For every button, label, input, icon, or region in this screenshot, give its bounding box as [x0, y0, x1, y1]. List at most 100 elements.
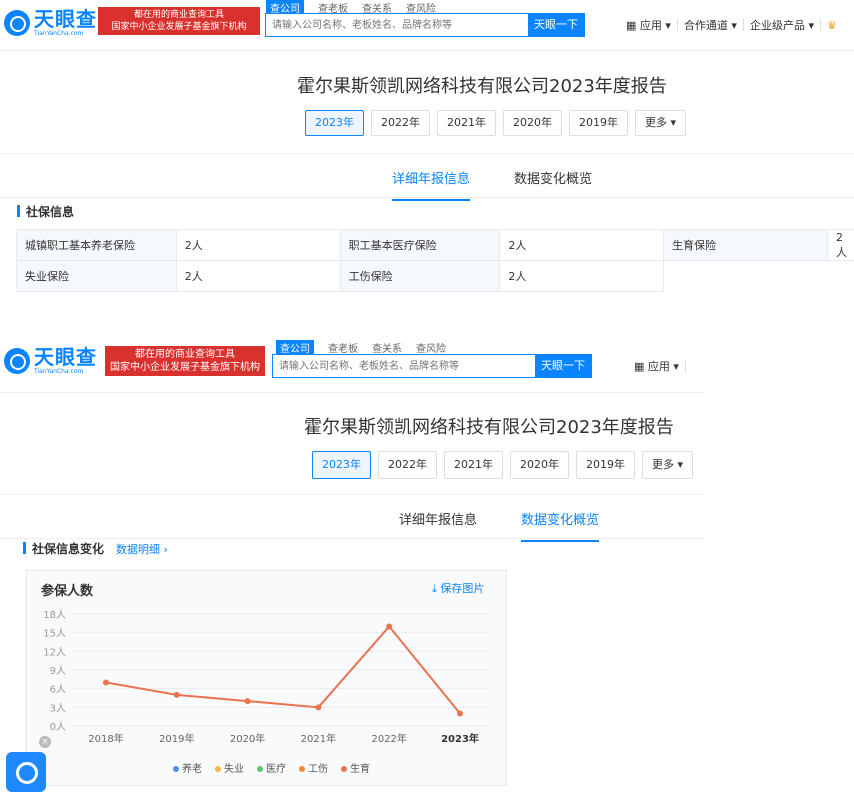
search-tab-company[interactable]: 查公司	[276, 340, 314, 355]
divider	[0, 494, 704, 495]
chat-float-button[interactable]	[6, 752, 46, 792]
data-point	[103, 679, 109, 686]
chevron-down-icon: ▾	[661, 18, 671, 32]
slogan-badge: 都在用的商业查询工具 国家中小企业发展子基金旗下机构	[105, 346, 265, 376]
nav-cooperation[interactable]: 合作通道	[684, 17, 728, 33]
data-point	[457, 710, 463, 717]
close-icon[interactable]: ×	[39, 736, 51, 748]
year-2022-button[interactable]: 2022年	[378, 451, 437, 479]
search-tab-boss[interactable]: 查老板	[328, 340, 358, 355]
y-tick-label: 15人	[43, 628, 66, 640]
chevron-down-icon: ▾	[804, 18, 814, 32]
logo-icon	[4, 10, 30, 36]
nav-apps[interactable]: 应用	[640, 17, 662, 33]
chart-svg: 0人 3人 6人 9人 12人 15人 18人 2018年 2019年 2020年 2021年 202…	[43, 609, 491, 775]
divider	[0, 153, 854, 154]
y-tick-label: 9人	[50, 665, 66, 677]
y-tick-label: 18人	[43, 609, 66, 621]
data-point	[386, 623, 393, 630]
top-nav: ▦ 应用 ▾	[634, 358, 692, 374]
year-2019-button[interactable]: 2019年	[569, 110, 628, 136]
y-tick-label: 3人	[50, 702, 66, 714]
table-key: 城镇职工基本养老保险	[16, 229, 177, 261]
y-tick-label: 6人	[50, 684, 66, 696]
data-point	[173, 691, 180, 698]
social-security-table: 城镇职工基本养老保险 2人 职工基本医疗保险 2人 生育保险 2人 失业保险 2…	[16, 229, 854, 292]
download-icon: ⤓	[432, 582, 437, 595]
legend-label: 医疗	[266, 762, 286, 775]
x-tick-label: 2023年	[441, 732, 479, 745]
year-2021-button[interactable]: 2021年	[444, 451, 503, 479]
chevron-down-icon: ▾	[727, 18, 737, 32]
more-years-button[interactable]: 更多 ▾	[642, 451, 694, 479]
search-button[interactable]: 天眼一下	[528, 14, 584, 36]
year-2020-button[interactable]: 2020年	[503, 110, 562, 136]
year-2023-button[interactable]: 2023年	[312, 451, 371, 479]
divider	[0, 538, 704, 539]
top-nav: ▦ 应用 ▾ 合作通道 ▾ 企业级产品 ▾ ♛	[626, 17, 837, 33]
nav-apps[interactable]: 应用	[648, 358, 670, 374]
chart-title: 参保人数	[41, 584, 94, 599]
legend-label: 工伤	[308, 762, 328, 775]
legend-marker	[257, 766, 263, 772]
x-tick-label: 2018年	[88, 732, 123, 745]
search-bar: 天眼一下	[265, 13, 585, 37]
x-tick-label: 2021年	[301, 732, 336, 745]
save-image-button[interactable]: ⤓ 保存图片	[432, 580, 484, 596]
search-button[interactable]: 天眼一下	[535, 355, 591, 377]
site-logo[interactable]: 天眼查 TianYanCha.com	[4, 8, 97, 38]
data-point	[244, 698, 251, 705]
table-row: 失业保险 2人 工伤保险 2人	[16, 260, 854, 292]
chevron-down-icon: ▾	[669, 359, 679, 373]
search-tab-relation[interactable]: 查关系	[372, 340, 402, 355]
apps-icon: ▦	[626, 18, 637, 32]
logo-icon	[4, 348, 30, 374]
year-2021-button[interactable]: 2021年	[437, 110, 496, 136]
legend-marker	[299, 766, 305, 772]
legend-marker	[215, 766, 221, 772]
report-title: 霍尔果斯领凯网络科技有限公司2023年度报告	[304, 417, 674, 438]
detail-link[interactable]: 数据明细 ›	[116, 541, 168, 557]
x-tick-label: 2022年	[371, 732, 406, 745]
report-title: 霍尔果斯领凯网络科技有限公司2023年度报告	[297, 76, 667, 97]
data-point	[315, 704, 322, 711]
table-key: 职工基本医疗保险	[339, 229, 501, 261]
legend-label: 生育	[350, 762, 370, 775]
apps-icon: ▦	[634, 359, 645, 373]
table-key: 失业保险	[16, 260, 177, 292]
table-value: 2人	[499, 229, 665, 261]
slogan-line2: 国家中小企业发展子基金旗下机构	[110, 362, 260, 373]
detail-link-label: 数据明细	[116, 543, 160, 556]
slogan-line2: 国家中小企业发展子基金旗下机构	[111, 22, 247, 32]
table-value: 2人	[175, 260, 341, 292]
legend-label: 失业	[224, 762, 244, 775]
year-selector: 2023年 2022年 2021年 2020年 2019年 更多 ▾	[312, 451, 700, 479]
more-years-button[interactable]: 更多 ▾	[635, 110, 687, 136]
logo-name: 天眼查	[34, 345, 97, 369]
slogan-badge: 都在用的商业查询工具 国家中小企业发展子基金旗下机构	[98, 7, 260, 35]
legend-label: 养老	[182, 762, 202, 775]
table-row: 城镇职工基本养老保险 2人 职工基本医疗保险 2人 生育保险 2人	[16, 229, 854, 261]
search-tab-risk[interactable]: 查风险	[416, 340, 446, 355]
x-tick-label: 2019年	[159, 732, 194, 745]
table-key: 生育保险	[663, 229, 828, 261]
year-2020-button[interactable]: 2020年	[510, 451, 569, 479]
search-input[interactable]	[273, 355, 535, 377]
logo-name: 天眼查	[34, 7, 97, 31]
save-image-label: 保存图片	[440, 582, 485, 595]
search-input[interactable]	[266, 14, 528, 36]
logo-domain: TianYanCha.com	[34, 30, 84, 37]
more-label: 更多	[652, 458, 674, 471]
table-value: 2人	[499, 260, 665, 292]
year-2022-button[interactable]: 2022年	[371, 110, 430, 136]
logo-domain: TianYanCha.com	[34, 368, 84, 375]
year-selector: 2023年 2022年 2021年 2020年 2019年 更多 ▾	[305, 110, 693, 136]
year-2023-button[interactable]: 2023年	[305, 110, 364, 136]
table-key: 工伤保险	[339, 260, 501, 292]
social-security-heading: 社保信息	[16, 205, 75, 219]
site-logo[interactable]: 天眼查 TianYanCha.com	[4, 346, 97, 376]
nav-enterprise[interactable]: 企业级产品	[750, 17, 805, 33]
table-value: 2人	[175, 229, 341, 261]
year-2019-button[interactable]: 2019年	[576, 451, 635, 479]
y-tick-label: 12人	[43, 646, 66, 658]
